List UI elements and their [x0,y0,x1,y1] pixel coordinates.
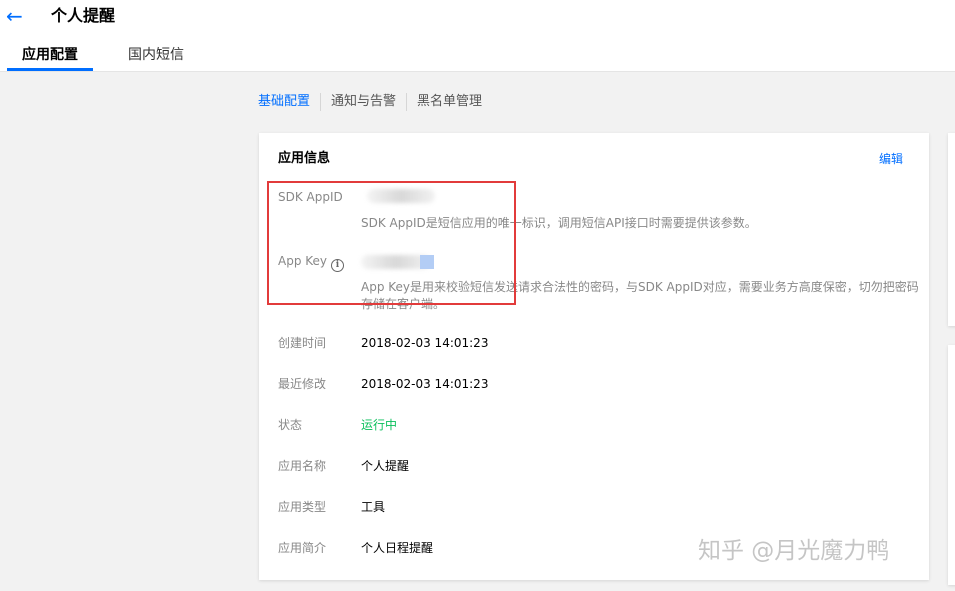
app-type-label: 应用类型 [278,500,327,514]
status-value: 运行中 [361,418,398,432]
card-title: 应用信息 [278,151,331,166]
back-arrow-icon[interactable]: ← [6,4,23,28]
subnav-notify-alert[interactable]: 通知与告警 [331,93,396,111]
edit-link[interactable]: 编辑 [879,150,903,168]
tab-domestic-sms[interactable]: 国内短信 [128,46,184,64]
sub-navigation: 基础配置 通知与告警 黑名单管理 [258,93,482,111]
app-intro-label: 应用简介 [278,541,327,555]
app-intro-value: 个人日程提醒 [361,541,434,555]
created-time-label: 创建时间 [278,336,327,350]
subnav-divider [406,93,408,111]
highlight-annotation-box [267,181,516,305]
active-tab-indicator [7,68,93,71]
subnav-basic-config[interactable]: 基础配置 [258,93,310,111]
subnav-divider [320,93,322,111]
status-label: 状态 [278,418,303,432]
side-panel [948,133,955,326]
modified-time-value: 2018-02-03 14:01:23 [361,377,489,391]
top-header: ← 个人提醒 应用配置 国内短信 [0,0,955,72]
modified-time-label: 最近修改 [278,377,327,391]
page-title: 个人提醒 [51,6,116,25]
watermark: 知乎 @月光魔力鸭 [698,538,890,564]
created-time-value: 2018-02-03 14:01:23 [361,336,489,350]
app-name-value: 个人提醒 [361,459,410,473]
side-panel [948,345,955,585]
subnav-blacklist[interactable]: 黑名单管理 [417,93,482,111]
tab-app-config[interactable]: 应用配置 [22,46,78,64]
app-name-label: 应用名称 [278,459,327,473]
app-type-value: 工具 [361,500,386,514]
